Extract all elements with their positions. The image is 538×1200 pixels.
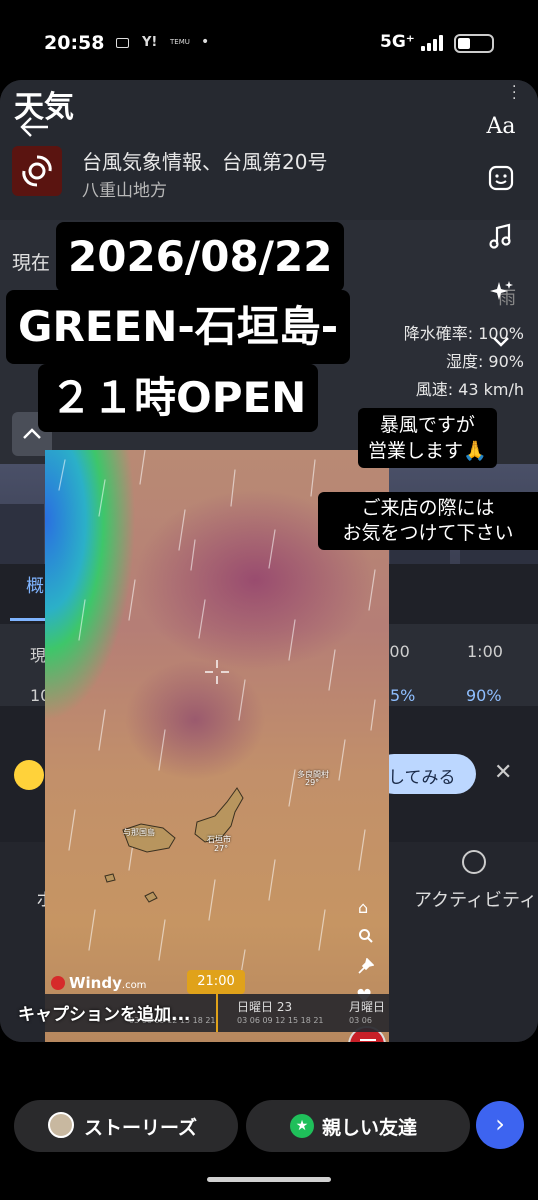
hourly-now-label: 現: [30, 646, 47, 665]
sticker-line: 営業します🙏: [368, 440, 487, 462]
send-next-button[interactable]: ›: [476, 1101, 524, 1149]
timeline-day: 日曜日 23: [237, 1000, 293, 1014]
overlay-store[interactable]: GREEN-石垣島-: [6, 290, 351, 364]
search-icon[interactable]: [358, 928, 374, 948]
home-indicator[interactable]: [207, 1177, 331, 1182]
timeline-hours: 03 06 09 12 15 18 21: [237, 1016, 324, 1025]
map-temp-ishigaki: 27°: [214, 844, 229, 853]
hourly-value: 90%: [466, 686, 502, 705]
hourly-value: 5%: [390, 686, 416, 705]
status-bar: 20:58 Y! TEMU • 5G⁺: [0, 0, 538, 80]
close-friends-label: 親しい友達: [322, 1117, 418, 1139]
hourly-time: 1:00: [467, 642, 503, 661]
sticker-line: ご来店の際には: [361, 497, 495, 519]
home-icon[interactable]: ⌂: [358, 898, 368, 917]
share-to-stories-button[interactable]: ストーリーズ: [14, 1100, 238, 1152]
sticker-icon[interactable]: [484, 164, 518, 198]
story-card: 天気 · · · 台風気象情報、台風第20号 八重山地方 現在 雨 降水確率: 10…: [0, 80, 538, 1042]
dot-icon: •: [201, 34, 210, 50]
pin-icon[interactable]: [358, 957, 375, 978]
coin-icon: [14, 760, 44, 790]
overlay-open-time[interactable]: ２１時OPEN: [38, 364, 319, 432]
music-icon[interactable]: [484, 222, 518, 256]
timeline-cursor[interactable]: [216, 994, 218, 1032]
network-indicator: 5G⁺: [380, 32, 415, 52]
signal-icon: [421, 35, 447, 51]
share-to-close-friends-button[interactable]: ★ 親しい友達: [246, 1100, 470, 1152]
promo-try-button[interactable]: してみる: [374, 754, 476, 794]
timeline-day: 月曜日: [349, 1000, 386, 1014]
close-icon[interactable]: ✕: [494, 760, 512, 785]
map-temp-hateruma: 29°: [305, 778, 320, 787]
timeline-hours: 03 06: [349, 1016, 372, 1025]
typhoon-icon: [12, 146, 62, 196]
chevron-down-icon[interactable]: [484, 332, 518, 366]
text-tool-button[interactable]: Aa: [484, 114, 518, 148]
clock: 20:58: [44, 32, 105, 54]
sticker-line: お気をつけて下さい: [342, 522, 514, 544]
map-label-yonaguni: 与那国島: [123, 828, 155, 837]
more-options-icon[interactable]: · · ·: [512, 80, 516, 106]
mail-icon: [116, 38, 129, 48]
overlay-date[interactable]: 2026/08/22: [56, 222, 345, 292]
timeline-time-bubble: 21:00: [187, 970, 245, 994]
star-icon: ★: [290, 1114, 314, 1138]
typhoon-alert-title[interactable]: 台風気象情報、台風第20号: [82, 146, 327, 175]
sticker-line: 暴風ですが: [379, 414, 475, 436]
caption-input[interactable]: キャプションを追加...: [18, 1000, 190, 1025]
windy-logo: Windy.com: [51, 974, 146, 992]
activity-icon: [462, 850, 486, 874]
sticker-caution-notice[interactable]: ご来店の際には お気をつけて下さい: [318, 492, 538, 550]
back-arrow-icon[interactable]: [18, 116, 50, 138]
stories-label: ストーリーズ: [84, 1117, 198, 1139]
battery-icon: [454, 34, 494, 53]
tab-overview[interactable]: 概: [26, 572, 44, 598]
sticker-storm-notice[interactable]: 暴風ですが 営業します🙏: [358, 408, 497, 468]
yahoo-icon: Y!: [142, 35, 158, 50]
temu-icon: TEMU: [170, 38, 190, 46]
typhoon-alert-region: 八重山地方: [82, 181, 167, 201]
crosshair-icon: [205, 660, 229, 684]
nav-item-activity[interactable]: アクティビティ: [414, 886, 537, 912]
avatar: [48, 1112, 74, 1138]
sparkle-icon[interactable]: [484, 278, 518, 312]
wind-label: 風速: 43 km/h: [415, 380, 524, 399]
now-label: 現在: [12, 252, 51, 274]
